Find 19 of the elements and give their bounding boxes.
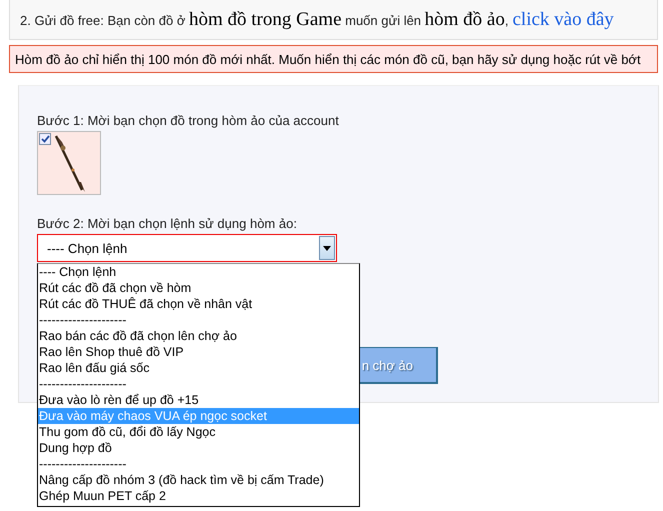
- checkbox[interactable]: [39, 133, 51, 145]
- dropdown-option[interactable]: ---- Chọn lệnh: [38, 264, 359, 280]
- dropdown-option[interactable]: Thu gom đồ cũ, đổi đồ lấy Ngọc: [38, 424, 359, 440]
- command-select[interactable]: ---- Chọn lệnh: [37, 234, 337, 262]
- dropdown-option[interactable]: Rút các đồ đã chọn về hòm: [38, 280, 359, 296]
- dropdown-option[interactable]: ---------------------: [38, 312, 359, 328]
- dropdown-option[interactable]: Ghép Muun PET cấp 2: [38, 488, 359, 504]
- dropdown-option[interactable]: Rút các đồ THUÊ đã chọn về nhân vật: [38, 296, 359, 312]
- send-info-text: 2. Gửi đồ free: Bạn còn đồ ở hòm đồ trong Game muốn gửi lên hòm đồ ảo,: [20, 8, 508, 30]
- dropdown-option[interactable]: ---------------------: [38, 456, 359, 472]
- dropdown-option[interactable]: Rao bán các đồ đã chọn lên chợ ảo: [38, 328, 359, 344]
- dropdown-option[interactable]: Dung hợp đồ: [38, 440, 359, 456]
- click-here-link[interactable]: click vào đây: [512, 8, 614, 30]
- step-label: Bước 2: Mời bạn chọn lệnh sử dụng hòm ảo:: [37, 216, 297, 231]
- notice-text: Hòm đồ ảo chỉ hiển thị 100 món đồ mới nhất. Muốn hiển thị các món đồ cũ, bạn hãy sử dụng hoặc rút về bớt: [9, 45, 658, 73]
- item-slot[interactable]: [37, 131, 101, 195]
- step-label: Bước 1: Mời bạn chọn đồ trong hòm ảo của account: [37, 113, 339, 128]
- dropdown-option[interactable]: Đưa vào lò rèn để up đồ +15: [38, 392, 359, 408]
- dropdown-option[interactable]: Nâng cấp đồ nhóm 3 (đồ hack tìm về bị cấm Trade): [38, 472, 359, 488]
